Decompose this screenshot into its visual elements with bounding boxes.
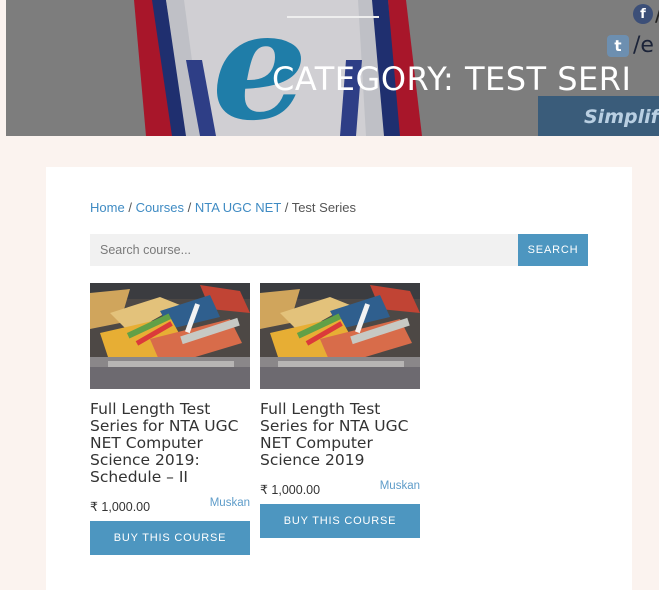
course-title[interactable]: Full Length Test Series for NTA UGC NET … bbox=[260, 401, 420, 469]
buy-course-button[interactable]: BUY THIS COURSE bbox=[90, 521, 250, 555]
course-list-card: Home / Courses / NTA UGC NET / Test Seri… bbox=[46, 167, 632, 590]
title-divider bbox=[287, 16, 379, 18]
facebook-icon[interactable]: f bbox=[633, 4, 653, 24]
course-title[interactable]: Full Length Test Series for NTA UGC NET … bbox=[90, 401, 250, 486]
breadcrumb-separator: / bbox=[284, 200, 289, 215]
breadcrumb-separator: / bbox=[187, 200, 192, 215]
breadcrumb-home[interactable]: Home bbox=[90, 200, 125, 215]
course-price: ₹ 1,000.00 bbox=[90, 500, 151, 514]
course-thumbnail[interactable] bbox=[260, 283, 420, 389]
breadcrumb-current: Test Series bbox=[291, 200, 357, 215]
facebook-link-text[interactable]: / bbox=[655, 2, 659, 27]
twitter-link-text[interactable]: /e bbox=[633, 33, 654, 58]
page-title: CATEGORY: TEST SERI bbox=[272, 60, 632, 98]
course-author[interactable]: Muskan bbox=[380, 480, 420, 492]
twitter-icon[interactable]: t bbox=[607, 35, 629, 57]
course-thumbnail[interactable] bbox=[90, 283, 250, 389]
breadcrumb: Home / Courses / NTA UGC NET / Test Seri… bbox=[90, 200, 356, 215]
search-input[interactable] bbox=[90, 234, 519, 266]
search-button[interactable]: SEARCH bbox=[518, 234, 588, 266]
tagline: Simplif bbox=[584, 106, 659, 128]
course-price: ₹ 1,000.00 bbox=[260, 483, 321, 497]
breadcrumb-nta-ugc-net[interactable]: NTA UGC NET bbox=[195, 200, 281, 215]
hero-banner: e f / t /e Simplif CATEGORY: TEST SERI bbox=[6, 0, 659, 136]
buy-course-button[interactable]: BUY THIS COURSE bbox=[260, 504, 420, 538]
course-author[interactable]: Muskan bbox=[210, 497, 250, 509]
breadcrumb-separator: / bbox=[128, 200, 132, 215]
breadcrumb-courses[interactable]: Courses bbox=[136, 200, 184, 215]
